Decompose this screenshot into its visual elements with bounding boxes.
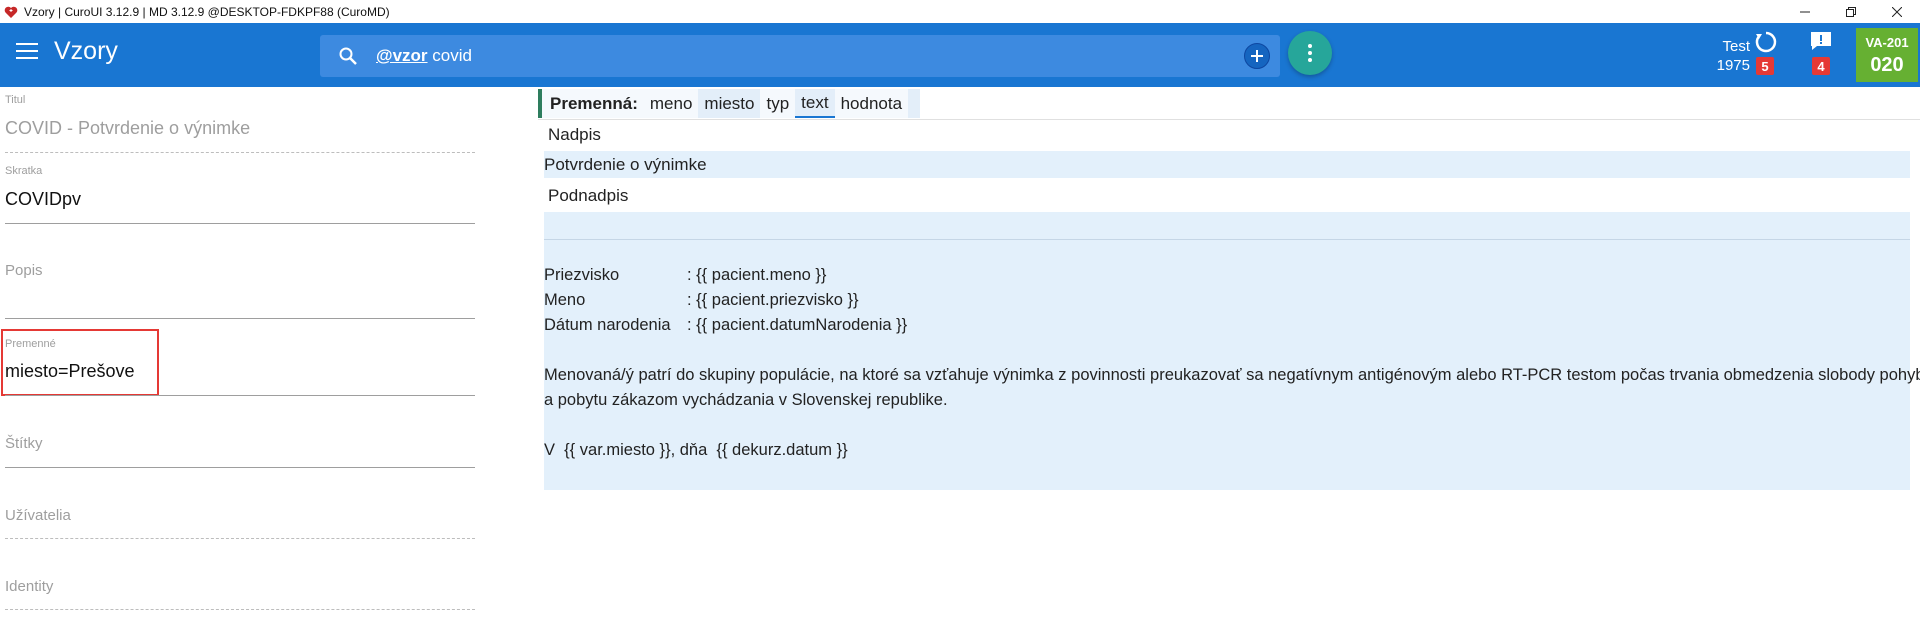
nadpis-label: Nadpis [548, 124, 601, 144]
body-key: Meno [544, 291, 586, 309]
column-meno[interactable]: meno [644, 89, 699, 118]
stitky-underline [5, 467, 475, 468]
search-tag: @vzor [376, 46, 428, 65]
workplace-code: VA-201 [1865, 35, 1909, 50]
user-info[interactable]: Test 1975 [1700, 37, 1750, 75]
user-name: Test [1722, 38, 1750, 55]
titul-label: Titul [5, 94, 26, 106]
body-key: Dátum narodenia [544, 316, 671, 334]
column-typ[interactable]: typ [760, 89, 795, 118]
body-line-datum: Dátum narodenia : {{ pacient.datumNaroden… [544, 316, 907, 335]
body-key: Priezvisko [544, 266, 620, 284]
body-closing: V {{ var.miesto }}, dňa {{ dekurz.datum … [544, 441, 848, 459]
variable-label: Premenná: [550, 93, 638, 113]
body-line-priezvisko: Priezvisko : {{ pacient.meno }} [544, 266, 826, 285]
variable-table-header: Premenná: meno miesto typ text hodnota [538, 89, 921, 118]
skratka-underline [5, 223, 475, 224]
body-paragraph-2: a pobytu zákazom vychádzania v Slovenske… [544, 391, 948, 409]
app-logo-icon [4, 5, 18, 19]
identity-field[interactable]: Identity [0, 578, 475, 614]
more-actions-button[interactable] [1288, 31, 1332, 75]
window-controls [1782, 0, 1920, 23]
uzivatelia-field[interactable]: Užívatelia [0, 507, 475, 543]
premenne-label: Premenné [5, 338, 56, 350]
skratka-field[interactable]: Skratka COVIDpv [0, 165, 475, 225]
premenne-field[interactable]: Premenné miesto=Prešove [0, 338, 475, 398]
uzivatelia-label: Užívatelia [5, 507, 71, 524]
minimize-icon[interactable] [1782, 0, 1828, 23]
body-line-meno: Meno : {{ pacient.priezvisko }} [544, 291, 859, 310]
window-titlebar: Vzory | CuroUI 3.12.9 | MD 3.12.9 @DESKT… [0, 0, 1920, 23]
skratka-input[interactable]: COVIDpv [5, 189, 81, 210]
popis-underline [5, 318, 475, 319]
close-icon[interactable] [1874, 0, 1920, 23]
titul-field[interactable]: Titul COVID - Potvrdenie o výnimke [0, 94, 475, 154]
stitky-label: Štítky [5, 435, 43, 452]
body-val: : {{ pacient.meno }} [687, 266, 827, 284]
hamburger-menu-icon[interactable] [16, 43, 38, 65]
user-year: 1975 [1716, 57, 1750, 74]
search-query: covid [427, 46, 472, 65]
search-icon [339, 47, 357, 65]
workplace-badge[interactable]: VA-201 020 [1856, 28, 1918, 82]
skratka-label: Skratka [5, 165, 43, 177]
message-count-badge: 4 [1812, 57, 1830, 75]
search-input[interactable]: @vzor covid [376, 46, 472, 66]
column-hodnota[interactable]: hodnota [835, 89, 908, 118]
column-text[interactable]: text [795, 89, 835, 118]
header-divider [538, 119, 1920, 120]
restore-icon[interactable] [1828, 0, 1874, 23]
message-alert-icon[interactable] [1809, 30, 1833, 52]
stitky-field[interactable]: Štítky [0, 435, 475, 471]
podnadpis-input[interactable] [544, 212, 1910, 239]
template-body-editor[interactable]: Priezvisko : {{ pacient.meno }} Meno : {{ … [544, 240, 1920, 490]
app-header: Vzory @vzor covid Test 1975 5 4 VA-201 0… [0, 23, 1920, 87]
uzivatelia-underline [5, 538, 475, 539]
add-button[interactable] [1244, 43, 1270, 69]
search-bar[interactable]: @vzor covid [320, 35, 1280, 77]
popis-label: Popis [5, 262, 43, 279]
body-val: : {{ pacient.priezvisko }} [687, 291, 859, 309]
column-extra[interactable] [908, 89, 921, 118]
popis-field[interactable]: Popis [0, 262, 475, 322]
page-title: Vzory [54, 37, 118, 65]
identity-label: Identity [5, 578, 54, 595]
premenne-underline [5, 395, 475, 396]
column-miesto[interactable]: miesto [698, 89, 761, 118]
window-title: Vzory | CuroUI 3.12.9 | MD 3.12.9 @DESKT… [24, 4, 390, 19]
body-val: : {{ pacient.datumNarodenia }} [687, 316, 908, 334]
sync-icon[interactable] [1754, 30, 1778, 54]
plus-icon [1251, 50, 1263, 62]
identity-underline [5, 609, 475, 610]
podnadpis-label: Podnadpis [548, 185, 629, 205]
sync-count-badge: 5 [1756, 57, 1774, 75]
titul-value: COVID - Potvrdenie o výnimke [5, 118, 251, 138]
nadpis-input[interactable]: Potvrdenie o výnimke [544, 151, 1910, 178]
workplace-number: 020 [1870, 54, 1904, 76]
premenne-input[interactable]: miesto=Prešove [5, 361, 135, 382]
body-paragraph-1: Menovaná/ý patrí do skupiny populácie, n… [544, 366, 1920, 384]
titul-underline [5, 152, 475, 153]
